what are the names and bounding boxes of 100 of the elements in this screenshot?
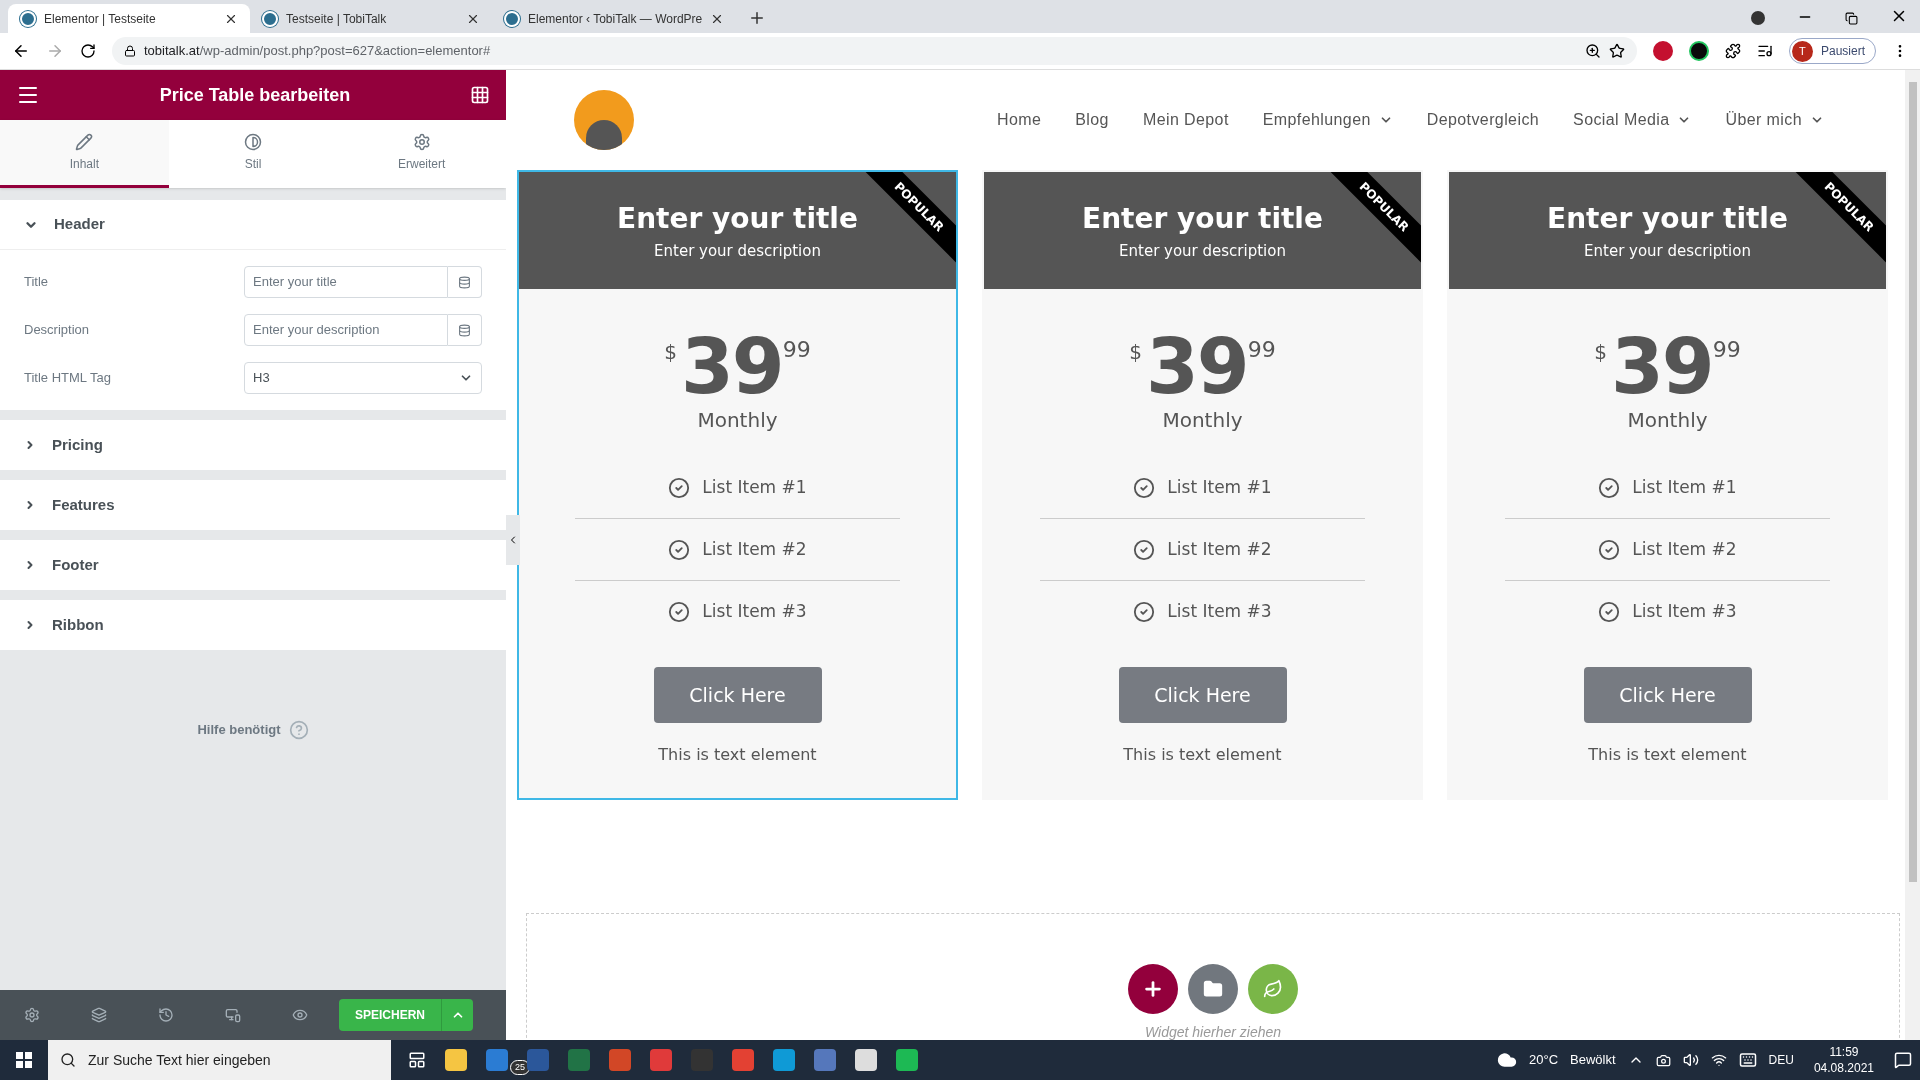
currency-symbol: $ bbox=[1129, 339, 1142, 366]
check-icon bbox=[668, 538, 691, 561]
panel-tab[interactable]: Inhalt bbox=[0, 120, 169, 188]
weather-cloud-icon bbox=[1497, 1050, 1517, 1070]
lock-icon bbox=[124, 45, 136, 57]
database-icon bbox=[458, 275, 471, 289]
taskbar-search-field[interactable]: Zur Suche Text hier eingeben bbox=[48, 1040, 391, 1080]
price-fraction: 99 bbox=[1712, 336, 1741, 364]
feature-item: List Item #2 bbox=[1167, 537, 1272, 561]
feature-item: List Item #3 bbox=[1632, 600, 1737, 624]
price-fraction: 99 bbox=[782, 336, 811, 364]
cta-button[interactable]: Click Here bbox=[1583, 667, 1752, 723]
language-indicator[interactable]: DEU bbox=[1768, 1051, 1794, 1069]
leaf-icon bbox=[1263, 979, 1283, 999]
check-icon bbox=[1133, 601, 1156, 623]
widgets-grid-icon[interactable] bbox=[470, 85, 490, 105]
search-icon bbox=[60, 1052, 76, 1068]
nav-link[interactable]: Empfehlungen bbox=[1262, 108, 1393, 132]
section-header[interactable]: Header bbox=[0, 200, 506, 250]
nav-link[interactable]: Home bbox=[997, 108, 1042, 132]
nav-link[interactable]: Über mich bbox=[1725, 108, 1824, 132]
keyboard-icon[interactable] bbox=[1738, 1051, 1757, 1069]
card-description: Enter your description bbox=[1584, 241, 1751, 263]
task-view-icon[interactable] bbox=[408, 1051, 426, 1069]
check-icon bbox=[668, 476, 691, 499]
navigator-icon[interactable] bbox=[91, 1007, 107, 1023]
check-icon bbox=[1598, 538, 1621, 561]
section-header[interactable]: Features bbox=[0, 480, 506, 530]
history-icon[interactable] bbox=[158, 1007, 174, 1023]
browser-tab[interactable]: Elementor ‹ TobiTalk — WordPre bbox=[492, 4, 737, 33]
section-header[interactable]: Pricing bbox=[0, 420, 506, 470]
address-bar[interactable]: tobitalk.at/wp-admin/post.php?post=627&action=elementor# bbox=[112, 37, 1637, 65]
text-input-field[interactable]: Enter your title bbox=[244, 266, 448, 298]
nav-link[interactable]: Social Media bbox=[1573, 108, 1692, 132]
feature-item: List Item #3 bbox=[1167, 600, 1272, 624]
tab-search-icon[interactable] bbox=[1751, 11, 1765, 25]
panel-collapse-handle[interactable] bbox=[506, 515, 520, 565]
dynamic-tags-button[interactable] bbox=[448, 314, 482, 346]
cta-button[interactable]: Click Here bbox=[1118, 667, 1287, 723]
zoom-icon[interactable] bbox=[1584, 43, 1601, 59]
reload-icon[interactable] bbox=[80, 43, 96, 59]
nav-link[interactable]: Mein Depot bbox=[1142, 108, 1229, 132]
card-description: Enter your description bbox=[654, 241, 821, 263]
drop-hint: Widget hierher ziehen bbox=[1144, 1023, 1282, 1040]
currency-symbol: $ bbox=[1594, 339, 1607, 366]
camera-icon[interactable] bbox=[1655, 1052, 1671, 1068]
add-section-button[interactable] bbox=[1128, 964, 1178, 1014]
preview-icon[interactable] bbox=[292, 1007, 308, 1023]
back-icon[interactable] bbox=[12, 42, 30, 60]
dynamic-tags-button[interactable] bbox=[448, 266, 482, 298]
app-icon[interactable] bbox=[445, 1049, 467, 1071]
extensions-icon[interactable] bbox=[1724, 43, 1741, 59]
text-input-field[interactable]: Enter your description bbox=[244, 314, 448, 346]
card-title: Enter your title bbox=[1082, 201, 1323, 238]
settings-icon[interactable] bbox=[24, 1007, 40, 1023]
browser-tab[interactable]: Elementor | Testseite bbox=[8, 4, 250, 33]
help-link[interactable]: Hilfe benötigt bbox=[197, 720, 309, 740]
volume-icon[interactable] bbox=[1682, 1052, 1699, 1068]
gear-icon bbox=[412, 132, 431, 151]
clock[interactable]: 11:59 04.08.2021 bbox=[1805, 1044, 1882, 1076]
feature-item: List Item #2 bbox=[1632, 537, 1737, 561]
wifi-icon[interactable] bbox=[1710, 1052, 1727, 1068]
notifications-icon[interactable] bbox=[1894, 1051, 1912, 1069]
feature-item: List Item #1 bbox=[1167, 475, 1272, 499]
app-icon[interactable] bbox=[609, 1049, 631, 1071]
browser-tab[interactable]: Testseite | TobiTalk bbox=[250, 4, 492, 33]
check-icon bbox=[1598, 601, 1621, 623]
app-icon[interactable] bbox=[773, 1049, 795, 1071]
media-icon[interactable] bbox=[1756, 43, 1773, 59]
restore-icon[interactable] bbox=[1845, 12, 1858, 25]
app-icon[interactable] bbox=[896, 1049, 918, 1071]
bookmark-star-icon[interactable] bbox=[1608, 43, 1625, 59]
panel-tab[interactable]: Stil bbox=[168, 120, 338, 188]
help-icon bbox=[288, 720, 309, 740]
app-icon[interactable] bbox=[650, 1049, 672, 1071]
nav-link[interactable]: Depotvergleich bbox=[1426, 108, 1540, 132]
cta-button[interactable]: Click Here bbox=[653, 667, 822, 723]
currency-symbol: $ bbox=[664, 339, 677, 366]
nav-link[interactable]: Blog bbox=[1075, 108, 1109, 132]
app-icon[interactable] bbox=[855, 1049, 877, 1071]
panel-tab[interactable]: Erweitert bbox=[337, 120, 506, 188]
control-label: Title HTML Tag bbox=[24, 369, 112, 388]
control-label: Title bbox=[24, 273, 50, 292]
select-field[interactable]: H3 bbox=[244, 362, 482, 394]
template-button[interactable] bbox=[1188, 964, 1238, 1014]
section-header[interactable]: Footer bbox=[0, 540, 506, 590]
plus-icon bbox=[1142, 978, 1164, 1000]
clock-time: 11:59 bbox=[1829, 1044, 1859, 1060]
app-icon[interactable] bbox=[732, 1049, 754, 1071]
check-icon bbox=[1598, 476, 1621, 499]
logo-avatar[interactable] bbox=[574, 90, 634, 150]
responsive-icon[interactable] bbox=[225, 1007, 241, 1023]
control-label: Description bbox=[24, 321, 91, 340]
scrollbar[interactable] bbox=[1905, 70, 1920, 1040]
card-title: Enter your title bbox=[617, 201, 858, 238]
folder-icon bbox=[1203, 979, 1223, 999]
pencil-icon bbox=[75, 132, 94, 151]
panel-title: Price Table bearbeiten bbox=[158, 83, 352, 107]
temperature: 20°C bbox=[1529, 1051, 1559, 1070]
section-header[interactable]: Ribbon bbox=[0, 600, 506, 650]
